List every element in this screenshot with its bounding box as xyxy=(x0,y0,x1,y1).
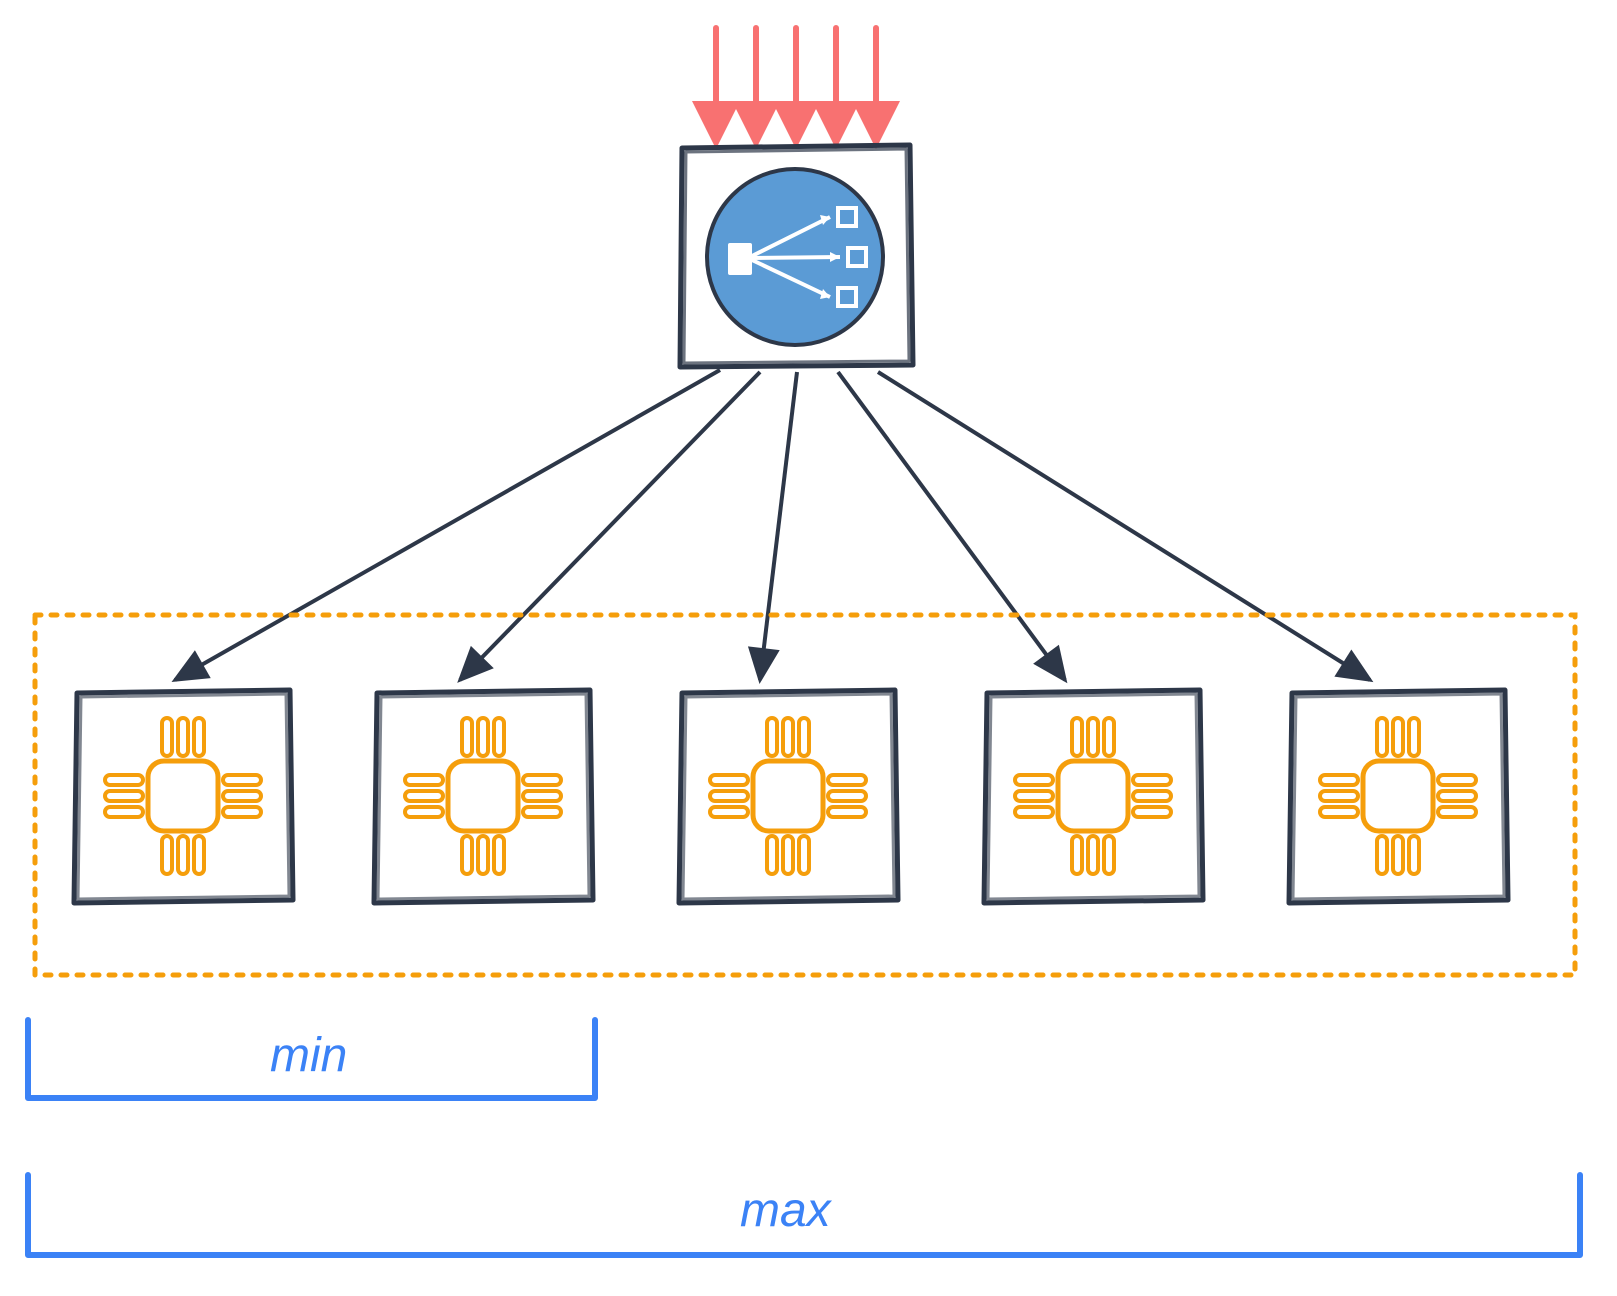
instance-5 xyxy=(1289,690,1508,903)
diagram-svg xyxy=(0,0,1617,1291)
instances-row xyxy=(74,690,1508,903)
instance-2 xyxy=(374,690,593,903)
chip-icon xyxy=(1015,718,1171,874)
incoming-requests-arrows xyxy=(716,28,876,125)
chip-icon xyxy=(710,718,866,874)
instance-4 xyxy=(984,690,1203,903)
instance-3 xyxy=(679,690,898,903)
chip-icon xyxy=(1320,718,1476,874)
load-balancer-box xyxy=(680,145,913,367)
autoscaling-group-border xyxy=(35,615,1575,975)
chip-icon xyxy=(105,718,261,874)
max-label: max xyxy=(740,1183,831,1238)
chip-icon xyxy=(405,718,561,874)
diagram-container: min max xyxy=(0,0,1617,1291)
instance-1 xyxy=(74,690,293,903)
distribution-arrows xyxy=(175,370,1370,680)
min-label: min xyxy=(270,1028,347,1083)
